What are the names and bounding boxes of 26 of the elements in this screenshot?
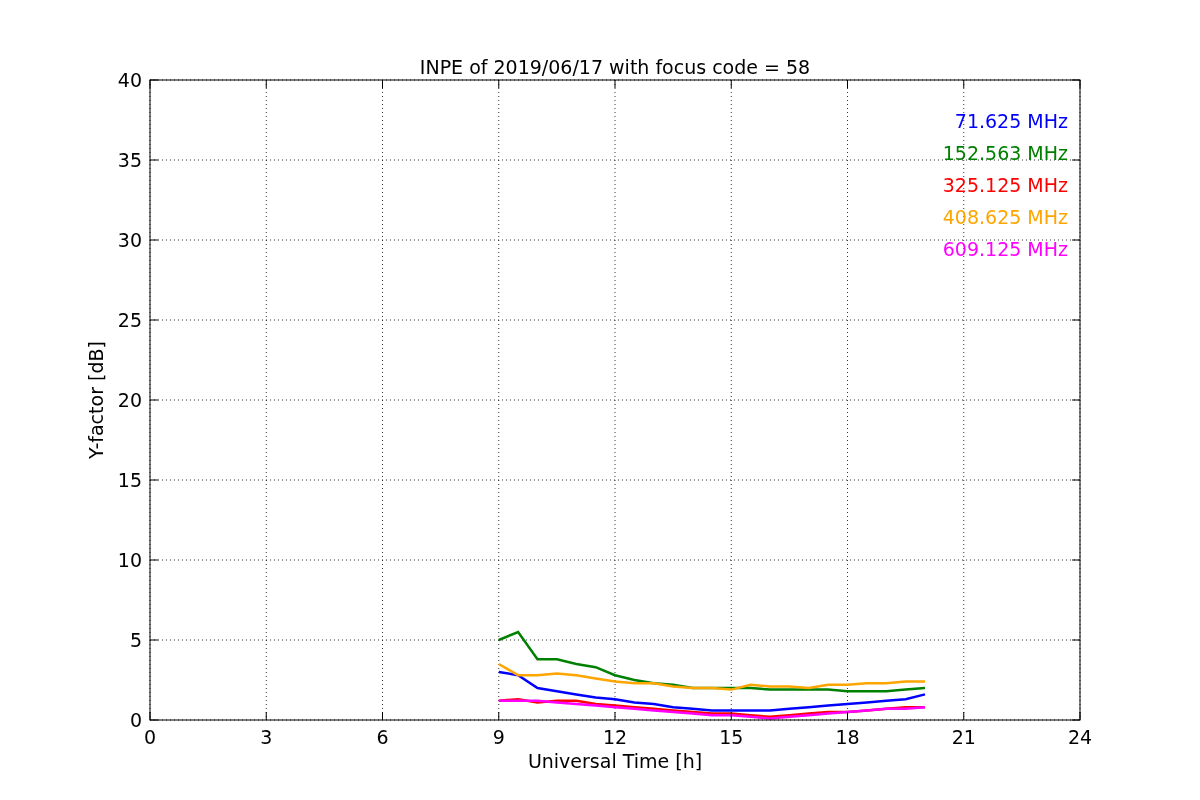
x-tick-label: 12 xyxy=(602,726,628,748)
y-tick-label: 35 xyxy=(117,149,142,171)
x-tick-label: 18 xyxy=(835,726,860,748)
x-tick-label: 24 xyxy=(1067,726,1093,748)
y-tick-label: 15 xyxy=(117,469,142,491)
x-tick-label: 0 xyxy=(143,726,157,748)
x-tick-label: 3 xyxy=(260,726,273,748)
y-axis-title: Y-factor [dB] xyxy=(85,341,107,459)
y-tick-label: 25 xyxy=(117,309,142,331)
x-tick-label: 21 xyxy=(951,726,976,748)
x-tick-label: 9 xyxy=(492,726,505,748)
legend-label: 71.625 MHz xyxy=(954,110,1068,132)
y-tick-label: 40 xyxy=(117,69,142,91)
y-tick-label: 30 xyxy=(117,229,142,251)
y-tick-label: 10 xyxy=(117,549,142,571)
legend-label: 609.125 MHz xyxy=(942,238,1068,260)
y-tick-label: 0 xyxy=(129,709,142,731)
x-axis-title: Universal Time [h] xyxy=(527,750,703,772)
x-tick-label: 6 xyxy=(376,726,389,748)
legend-label: 408.625 MHz xyxy=(942,206,1068,228)
legend-label: 325.125 MHz xyxy=(942,174,1068,196)
chart-title: INPE of 2019/06/17 with focus code = 58 xyxy=(419,56,811,78)
y-tick-label: 20 xyxy=(117,389,142,411)
x-tick-label: 15 xyxy=(719,726,744,748)
y-tick-label: 5 xyxy=(129,629,142,651)
legend-label: 152.563 MHz xyxy=(942,142,1068,164)
